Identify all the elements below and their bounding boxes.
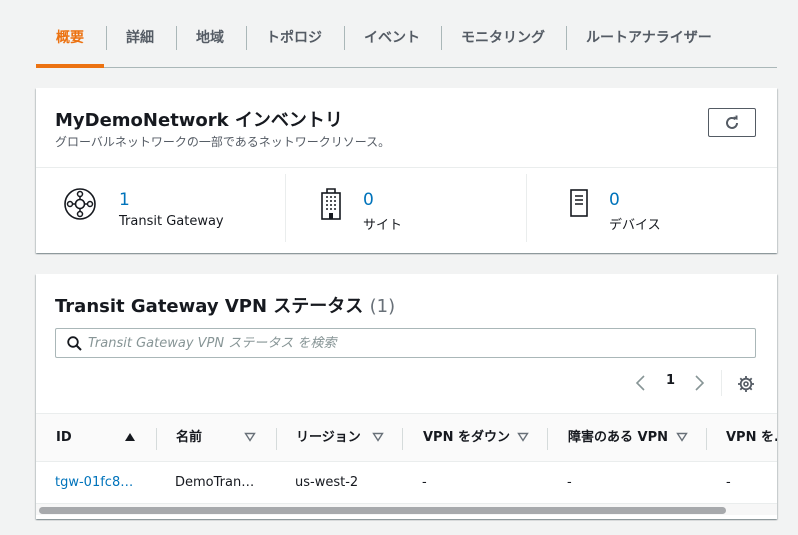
vpn-status-title: Transit Gateway VPN ステータス (1) — [55, 292, 395, 318]
table-row: tgw-01fc8… DemoTran… us-west-2 - - - — [36, 463, 777, 503]
column-separator — [402, 428, 403, 450]
page-number[interactable]: 1 — [666, 373, 675, 388]
horizontal-scrollbar[interactable] — [36, 503, 777, 515]
column-header-region[interactable]: リージョン — [296, 414, 361, 461]
tab-monitoring[interactable]: モニタリング — [441, 22, 565, 54]
search-field[interactable] — [55, 328, 756, 358]
cell-impaired-vpn: - — [567, 475, 572, 490]
sort-icon[interactable] — [372, 432, 384, 442]
gear-icon[interactable] — [737, 373, 755, 395]
inventory-panel: MyDemoNetwork インベントリ グローバルネットワークの一部であるネッ… — [36, 88, 777, 253]
refresh-icon — [726, 115, 738, 129]
stat-transit-gateway: 1 Transit Gateway — [36, 174, 285, 242]
tab-route-analyzer[interactable]: ルートアナライザー — [566, 22, 732, 54]
column-separator — [706, 428, 707, 450]
sort-icon[interactable] — [244, 432, 256, 442]
column-header-vpn-more[interactable]: VPN を... — [726, 414, 777, 461]
cell-vpn-down: - — [422, 475, 427, 490]
inventory-title: MyDemoNetwork インベントリ — [55, 110, 343, 131]
column-separator — [547, 428, 548, 450]
cell-vpn-more: - — [726, 475, 731, 490]
transit-gateway-label: Transit Gateway — [119, 214, 224, 229]
column-separator — [276, 428, 277, 450]
pager-separator — [721, 370, 722, 396]
column-separator — [156, 428, 157, 450]
stat-sites: 0 サイト — [285, 174, 526, 242]
tab-overview[interactable]: 概要 — [36, 22, 104, 54]
vpn-status-title-text: Transit Gateway VPN ステータス — [55, 296, 364, 317]
active-tab-indicator — [36, 64, 104, 68]
devices-count[interactable]: 0 — [609, 190, 620, 210]
divider — [36, 167, 777, 168]
tab-details[interactable]: 詳細 — [106, 22, 174, 54]
search-input[interactable] — [88, 332, 738, 354]
inventory-description: グローバルネットワークの一部であるネットワークリソース。 — [55, 135, 391, 149]
sort-icon[interactable] — [517, 432, 529, 442]
cell-region: us-west-2 — [295, 475, 359, 490]
vpn-status-count: (1) — [369, 296, 396, 317]
stat-devices: 0 デバイス — [526, 174, 777, 242]
chevron-left-icon[interactable] — [634, 372, 648, 394]
chevron-right-icon[interactable] — [692, 372, 706, 394]
column-header-name[interactable]: 名前 — [176, 414, 202, 461]
vpn-status-panel: Transit Gateway VPN ステータス (1) 1 ID 名前 リー… — [36, 274, 777, 519]
refresh-button[interactable] — [708, 108, 756, 137]
devices-label: デバイス — [609, 218, 661, 233]
tab-topology[interactable]: トポロジ — [246, 22, 342, 54]
search-icon — [67, 336, 82, 351]
table-header: ID 名前 リージョン VPN をダウン 障害のある VPN VPN を... — [36, 413, 777, 462]
column-header-impaired-vpn[interactable]: 障害のある VPN — [568, 414, 668, 461]
sites-label: サイト — [363, 218, 403, 233]
building-icon — [321, 188, 341, 220]
tab-events[interactable]: イベント — [344, 22, 440, 54]
tab-regions[interactable]: 地域 — [176, 22, 244, 54]
column-header-vpn-down[interactable]: VPN をダウン — [423, 414, 510, 461]
column-header-id[interactable]: ID — [56, 414, 72, 461]
cell-id[interactable]: tgw-01fc8… — [55, 463, 133, 503]
sort-icon[interactable] — [676, 432, 688, 442]
sort-ascending-icon[interactable] — [124, 432, 136, 442]
transit-gateway-count[interactable]: 1 — [119, 190, 130, 210]
sites-count[interactable]: 0 — [363, 190, 374, 210]
transit-gateway-icon — [64, 188, 96, 220]
scrollbar-thumb[interactable] — [39, 507, 726, 514]
device-icon — [570, 189, 588, 217]
cell-name: DemoTran… — [175, 475, 255, 490]
tab-bar: 概要 詳細 地域 トポロジ イベント モニタリング ルートアナライザー — [36, 0, 777, 68]
